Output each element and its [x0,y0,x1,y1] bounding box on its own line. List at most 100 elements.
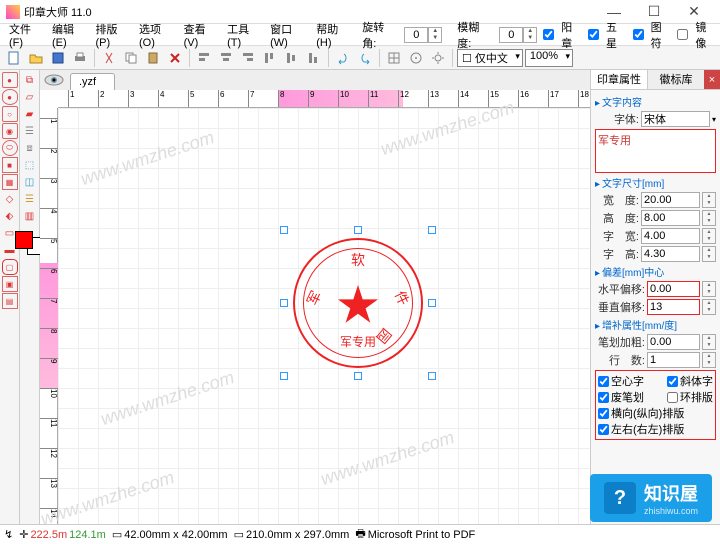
canvas[interactable]: www.wmzhe.com www.wmzhe.com www.wmzhe.co… [58,108,590,524]
shape-f-icon[interactable]: ◫ [22,174,38,190]
save-icon[interactable] [48,48,68,68]
shape-d-icon[interactable]: ⧈ [22,140,38,156]
crosshair-icon: ✛ [19,528,28,541]
handle-sw[interactable] [280,372,288,380]
circle-seal-icon[interactable]: ● [2,72,18,88]
align1-icon[interactable] [194,48,214,68]
oval-seal-icon[interactable]: ● [2,89,18,105]
chk-ring[interactable]: 环排版 [667,389,713,405]
shape-e-icon[interactable]: ⬚ [22,157,38,173]
cut-icon[interactable] [99,48,119,68]
align6-icon[interactable] [304,48,324,68]
redo-icon[interactable] [355,48,375,68]
cn-only-combo[interactable]: ☐ 仅中文 [457,49,523,67]
circle2-icon[interactable]: ○ [2,106,18,122]
font-select[interactable]: 宋体 [641,111,710,127]
handle-n[interactable] [354,226,362,234]
shape-c-icon[interactable]: ☰ [22,123,38,139]
square3-icon[interactable]: ▤ [2,293,18,309]
chk-italic[interactable]: 斜体字 [667,373,713,389]
oval2-icon[interactable]: ⬭ [2,140,18,156]
chk-yang[interactable]: 阳章 [543,17,582,53]
chk-horiz[interactable]: 横向(纵向)排版 [598,405,713,421]
blur-label: 模糊度: [452,17,493,53]
align3-icon[interactable] [238,48,258,68]
chk-waste[interactable]: 废笔划 [598,389,644,405]
shape-g-icon[interactable]: ☰ [22,191,38,207]
grid-icon[interactable] [384,48,404,68]
bold-input[interactable]: 0.00 [647,334,700,350]
chk-symbol[interactable]: 图符 [633,17,672,53]
menu-view[interactable]: 查看(V) [179,19,221,51]
chk-mirror[interactable]: 镜像 [677,17,716,53]
diamond-icon[interactable]: ◇ [2,191,18,207]
text-content-input[interactable]: 军专用 [595,129,716,173]
cursor-icon: ↯ [4,528,13,541]
shape-a-icon[interactable]: ▱ [22,89,38,105]
settings-icon[interactable] [428,48,448,68]
open-icon[interactable] [26,48,46,68]
snap-icon[interactable] [406,48,426,68]
shape-b-icon[interactable]: ▰ [22,106,38,122]
handle-se[interactable] [428,372,436,380]
char-width-input[interactable]: 4.00 [641,228,700,244]
status-printer: Microsoft Print to PDF [368,529,476,541]
status-page: 210.0mm x 297.0mm [246,529,349,541]
menu-bar: 文件(F) 编辑(E) 排版(P) 选项(O) 查看(V) 工具(T) 窗口(W… [0,24,720,46]
width-input[interactable]: 20.00 [641,192,700,208]
square-seal-icon[interactable]: ■ [2,157,18,173]
menu-edit[interactable]: 编辑(E) [47,19,89,51]
horizontal-ruler: 123456789101112131415161718 [58,90,590,108]
crop-icon[interactable]: ⧉ [22,72,38,88]
seal-object[interactable]: 软 件 园 军 军专用 [293,238,423,368]
v-offset-input[interactable]: 13 [647,299,700,315]
handle-ne[interactable] [428,226,436,234]
tab-logo-lib[interactable]: 徽标库 [648,70,704,89]
square2-icon[interactable]: ▣ [2,276,18,292]
menu-options[interactable]: 选项(O) [134,19,177,51]
char-height-input[interactable]: 4.30 [641,246,700,262]
copy-icon[interactable] [121,48,141,68]
align4-icon[interactable] [260,48,280,68]
menu-file[interactable]: 文件(F) [4,19,45,51]
zoom-combo[interactable]: 100% [525,49,573,67]
circle3-icon[interactable]: ◉ [2,123,18,139]
height-input[interactable]: 8.00 [641,210,700,226]
menu-layout[interactable]: 排版(P) [91,19,133,51]
eye-icon [44,74,64,86]
new-icon[interactable] [4,48,24,68]
app-icon [6,5,20,19]
chk-hollow[interactable]: 空心字 [598,373,644,389]
diamond2-icon[interactable]: ⬖ [2,208,18,224]
document-tab[interactable]: .yzf [70,73,115,90]
delete-icon[interactable] [165,48,185,68]
align2-icon[interactable] [216,48,236,68]
handle-e[interactable] [428,299,436,307]
handle-w[interactable] [280,299,288,307]
h-offset-input[interactable]: 0.00 [647,281,700,297]
handle-nw[interactable] [280,226,288,234]
canvas-area: .yzf 123456789101112131415161718 1234567… [40,70,590,524]
tab-seal-props[interactable]: 印章属性 [591,70,648,89]
round-rect-icon[interactable]: ▢ [2,259,18,275]
section-text-content: 文字内容 [595,94,716,109]
chk-star[interactable]: 五星 [588,17,627,53]
properties-panel: 印章属性 徽标库 × 文字内容 字体:宋体▾ 军专用 文字尺寸[mm] 宽 度:… [590,70,720,524]
paste-icon[interactable] [143,48,163,68]
rotation-spinner[interactable]: ▲▼ [404,27,442,43]
lines-input[interactable]: 1 [647,352,700,368]
menu-help[interactable]: 帮助(H) [311,19,353,51]
menu-window[interactable]: 窗口(W) [265,19,309,51]
grid-seal-icon[interactable]: ▦ [2,174,18,190]
panel-close-icon[interactable]: × [704,70,720,89]
status-y: 124.1m [69,529,106,541]
seal-bottom-text: 军专用 [293,333,423,350]
chk-lr[interactable]: 左右(右左)排版 [598,421,713,437]
handle-s[interactable] [354,372,362,380]
blur-spinner[interactable]: ▲▼ [499,27,537,43]
align5-icon[interactable] [282,48,302,68]
print-icon[interactable] [70,48,90,68]
menu-tools[interactable]: 工具(T) [222,19,263,51]
shape-h-icon[interactable]: ▥ [22,208,38,224]
undo-icon[interactable] [333,48,353,68]
